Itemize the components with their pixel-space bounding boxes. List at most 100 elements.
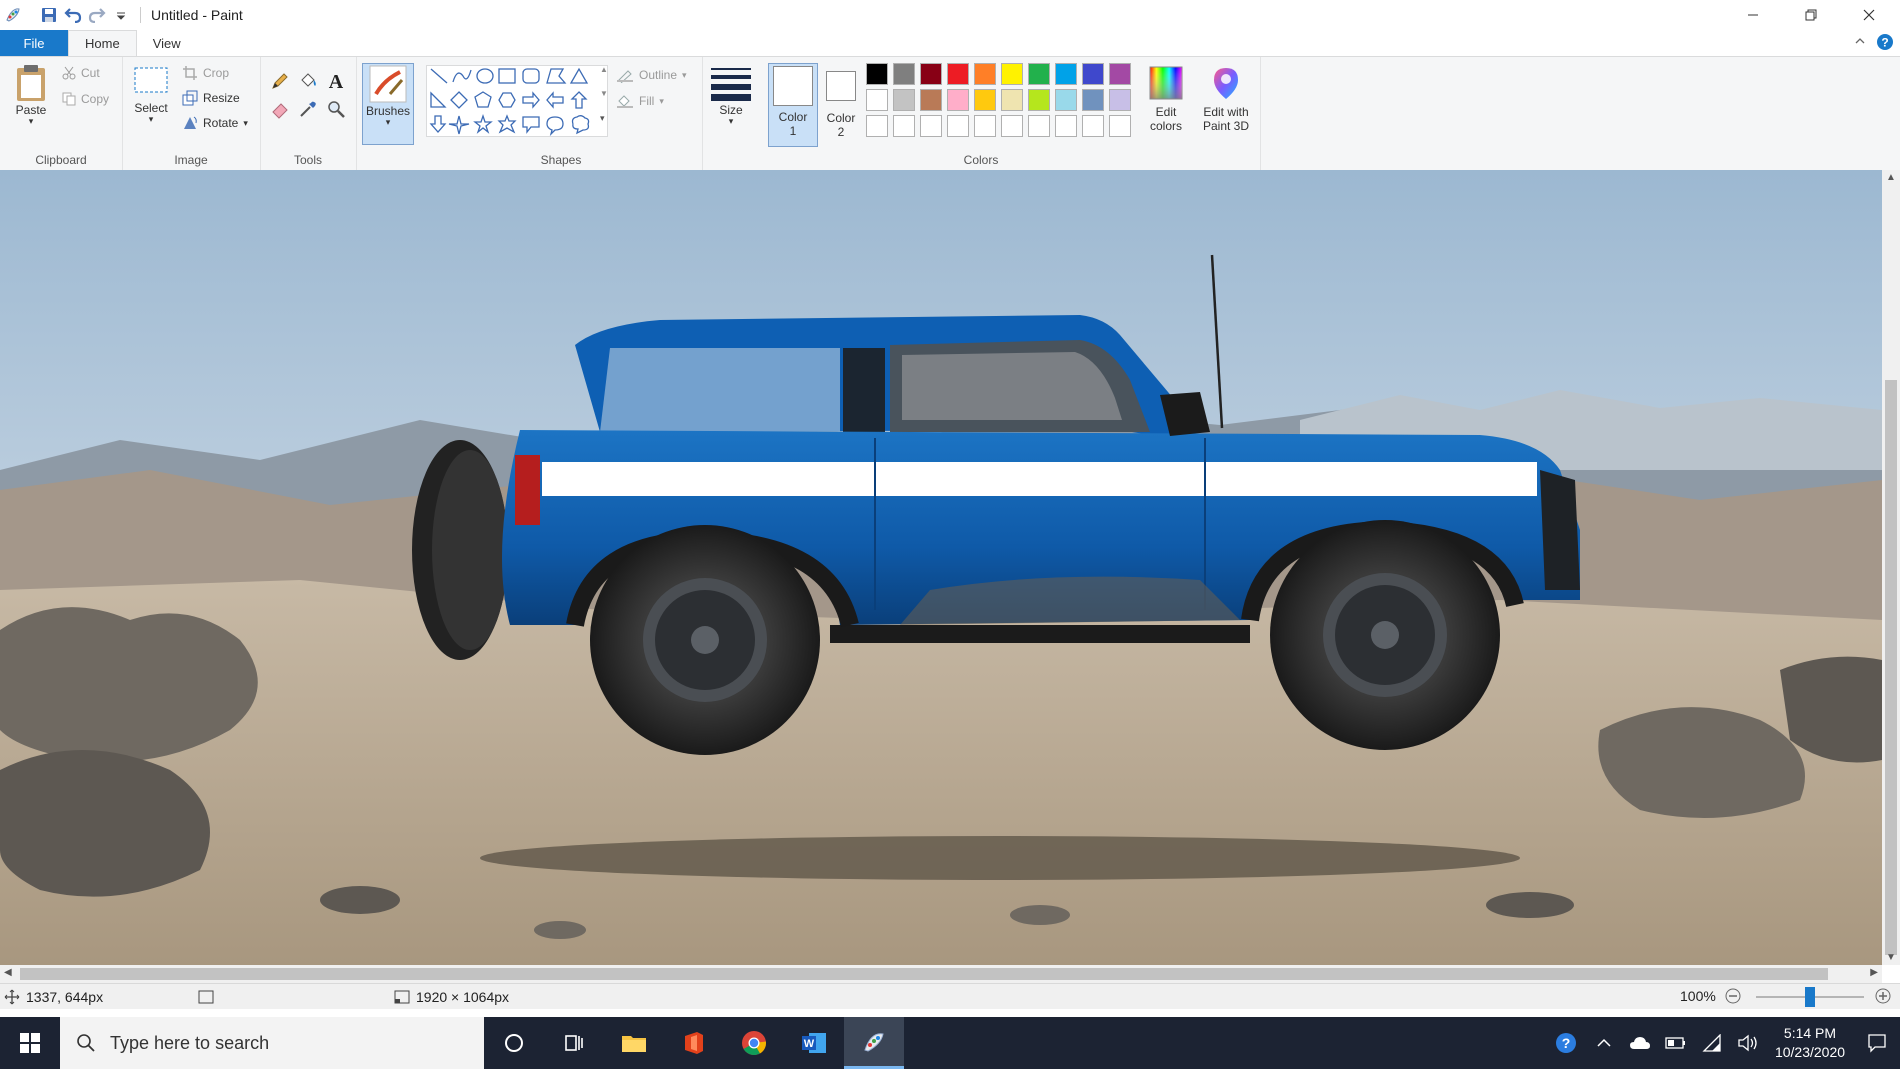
onedrive-button[interactable]	[1622, 1017, 1658, 1069]
outline-button[interactable]: Outline ▾	[616, 67, 687, 83]
minimize-button[interactable]	[1724, 0, 1782, 30]
customize-quick-access-icon[interactable]	[110, 4, 132, 26]
tab-home[interactable]: Home	[68, 30, 137, 56]
shapes-scroll-down-icon[interactable]: ▼	[600, 89, 608, 98]
help-tray-button[interactable]: ?	[1546, 1017, 1586, 1069]
brushes-button[interactable]: Brushes ▾	[362, 63, 414, 145]
task-view-button[interactable]	[544, 1017, 604, 1069]
rotate-dropdown-icon[interactable]: ▾	[243, 118, 248, 129]
horizontal-scrollbar[interactable]: ◀ ▶	[0, 965, 1882, 983]
palette-swatch[interactable]	[866, 63, 888, 85]
minimize-ribbon-icon[interactable]	[1854, 35, 1866, 50]
color2-button[interactable]: Color 2	[820, 69, 862, 139]
shapes-scroll-up-icon[interactable]: ▲	[600, 65, 608, 74]
paint-taskbar-button[interactable]	[844, 1017, 904, 1069]
palette-swatch[interactable]	[1055, 115, 1077, 137]
palette-swatch[interactable]	[1028, 89, 1050, 111]
eraser-icon[interactable]	[270, 99, 290, 122]
pencil-icon[interactable]	[270, 71, 290, 94]
zoom-slider-thumb[interactable]	[1805, 987, 1815, 1007]
file-explorer-button[interactable]	[604, 1017, 664, 1069]
fill-bucket-icon[interactable]	[298, 71, 318, 94]
palette-swatch[interactable]	[866, 115, 888, 137]
palette-swatch[interactable]	[1028, 63, 1050, 85]
palette-swatch[interactable]	[893, 63, 915, 85]
zoom-slider[interactable]	[1756, 987, 1864, 1007]
scroll-up-icon[interactable]: ▲	[1886, 172, 1896, 183]
text-tool-icon[interactable]: A	[326, 69, 346, 94]
taskbar-search[interactable]: Type here to search	[60, 1017, 484, 1069]
cortana-button[interactable]	[484, 1017, 544, 1069]
palette-swatch[interactable]	[1109, 89, 1131, 111]
palette-swatch[interactable]	[1109, 115, 1131, 137]
office-button[interactable]	[664, 1017, 724, 1069]
horizontal-scroll-thumb[interactable]	[20, 968, 1828, 980]
select-button[interactable]: Select ▾	[130, 65, 172, 124]
edit-with-paint3d-button[interactable]: Edit with Paint 3D	[1196, 65, 1256, 133]
magnifier-icon[interactable]	[326, 99, 346, 122]
paint-app-icon[interactable]	[2, 4, 24, 26]
volume-button[interactable]	[1730, 1017, 1766, 1069]
cut-button[interactable]: Cut	[62, 66, 100, 80]
palette-swatch[interactable]	[1082, 89, 1104, 111]
palette-swatch[interactable]	[947, 63, 969, 85]
palette-swatch[interactable]	[1082, 63, 1104, 85]
tab-view[interactable]: View	[137, 30, 197, 56]
close-button[interactable]	[1840, 0, 1898, 30]
palette-swatch[interactable]	[920, 115, 942, 137]
copy-button[interactable]: Copy	[62, 92, 109, 106]
undo-icon[interactable]	[62, 4, 84, 26]
help-icon[interactable]: ?	[1876, 33, 1894, 54]
crop-button[interactable]: Crop	[182, 65, 229, 81]
save-icon[interactable]	[38, 4, 60, 26]
palette-swatch[interactable]	[920, 63, 942, 85]
palette-swatch[interactable]	[1055, 63, 1077, 85]
palette-swatch[interactable]	[866, 89, 888, 111]
palette-swatch[interactable]	[974, 89, 996, 111]
network-button[interactable]	[1694, 1017, 1730, 1069]
restore-button[interactable]	[1782, 0, 1840, 30]
brushes-dropdown-icon[interactable]: ▾	[386, 118, 391, 127]
color-picker-icon[interactable]	[298, 99, 318, 122]
scroll-left-icon[interactable]: ◀	[4, 967, 12, 978]
canvas-area[interactable]	[0, 170, 1900, 965]
rotate-button[interactable]: Rotate ▾	[182, 115, 248, 131]
palette-swatch[interactable]	[1028, 115, 1050, 137]
canvas-image[interactable]	[0, 170, 1882, 965]
chrome-button[interactable]	[724, 1017, 784, 1069]
redo-icon[interactable]	[86, 4, 108, 26]
palette-swatch[interactable]	[974, 115, 996, 137]
paste-dropdown-icon[interactable]: ▾	[29, 117, 34, 126]
fill-dropdown-icon[interactable]: ▾	[659, 96, 664, 107]
show-hidden-icons-button[interactable]	[1586, 1017, 1622, 1069]
shapes-gallery-icons[interactable]	[427, 66, 599, 137]
palette-swatch[interactable]	[920, 89, 942, 111]
tab-file[interactable]: File	[0, 30, 68, 56]
color1-button[interactable]: Color 1	[768, 63, 818, 147]
palette-swatch[interactable]	[1001, 115, 1023, 137]
palette-swatch[interactable]	[893, 115, 915, 137]
select-dropdown-icon[interactable]: ▾	[149, 115, 154, 124]
palette-swatch[interactable]	[1001, 63, 1023, 85]
edit-colors-button[interactable]: Edit colors	[1140, 65, 1192, 133]
size-button[interactable]: Size ▾	[708, 65, 754, 126]
word-button[interactable]: W	[784, 1017, 844, 1069]
start-button[interactable]	[0, 1017, 60, 1069]
vertical-scroll-thumb[interactable]	[1885, 380, 1897, 955]
resize-button[interactable]: Resize	[182, 90, 240, 106]
zoom-out-button[interactable]	[1725, 988, 1741, 1007]
vertical-scrollbar[interactable]: ▲ ▼	[1882, 170, 1900, 965]
clock[interactable]: 5:14 PM 10/23/2020	[1766, 1024, 1854, 1062]
fill-button[interactable]: Fill ▾	[616, 93, 664, 109]
palette-swatch[interactable]	[947, 89, 969, 111]
paste-button[interactable]: Paste ▾	[8, 63, 54, 126]
zoom-in-button[interactable]	[1875, 988, 1891, 1007]
battery-button[interactable]	[1658, 1017, 1694, 1069]
palette-swatch[interactable]	[1001, 89, 1023, 111]
palette-swatch[interactable]	[947, 115, 969, 137]
palette-swatch[interactable]	[974, 63, 996, 85]
palette-swatch[interactable]	[893, 89, 915, 111]
palette-swatch[interactable]	[1109, 63, 1131, 85]
shapes-expand-icon[interactable]: ▾	[600, 113, 605, 124]
size-dropdown-icon[interactable]: ▾	[729, 117, 734, 126]
